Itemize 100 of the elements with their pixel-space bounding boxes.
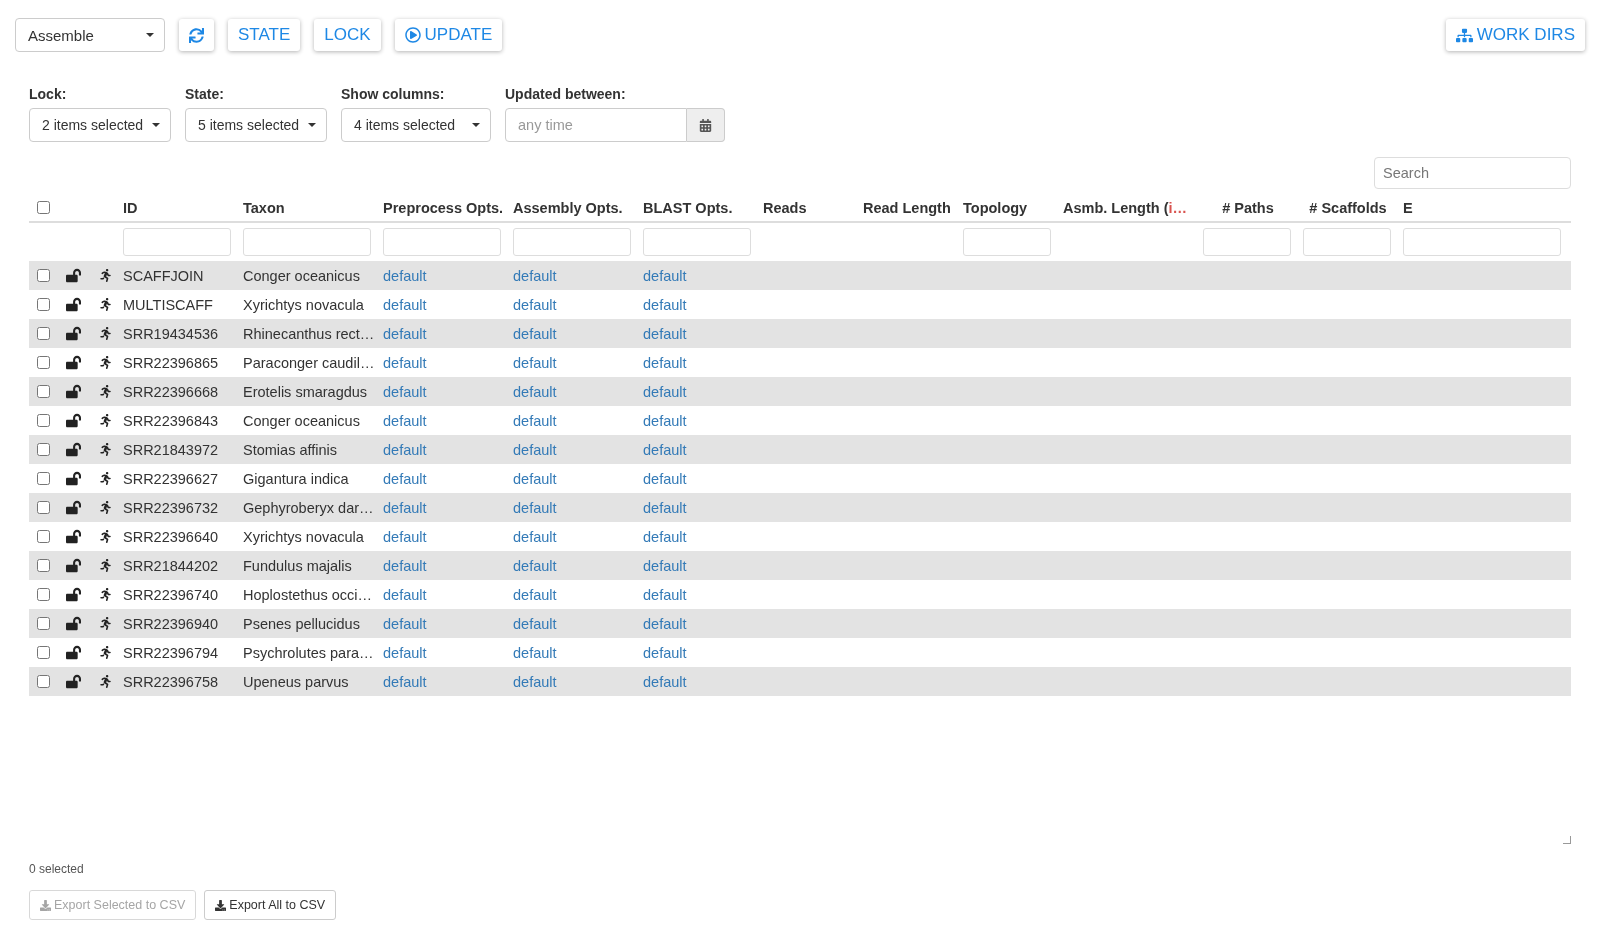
export-button[interactable]: Export All to CSV: [204, 890, 337, 920]
row-checkbox[interactable]: [37, 443, 50, 456]
unlock-icon[interactable]: [66, 587, 81, 602]
options-link[interactable]: default: [641, 586, 687, 603]
options-link[interactable]: default: [641, 644, 687, 661]
unlock-icon[interactable]: [66, 384, 81, 399]
options-link[interactable]: default: [641, 354, 687, 371]
options-link[interactable]: default: [641, 296, 687, 313]
running-icon[interactable]: [98, 385, 112, 398]
filter-dropdown[interactable]: 4 items selected: [341, 108, 491, 142]
refresh-button[interactable]: [179, 19, 214, 51]
toolbar-button[interactable]: LOCK: [314, 19, 381, 51]
mode-select[interactable]: Assemble: [15, 18, 165, 52]
unlock-icon[interactable]: [66, 558, 81, 573]
options-link[interactable]: default: [641, 470, 687, 487]
unlock-icon[interactable]: [66, 529, 81, 544]
options-link[interactable]: default: [511, 586, 557, 603]
column-header[interactable]: Reads: [761, 199, 815, 216]
running-icon[interactable]: [98, 472, 112, 485]
column-filter-field[interactable]: [123, 228, 231, 256]
column-header[interactable]: E: [1401, 199, 1421, 216]
column-header[interactable]: Taxon: [241, 199, 293, 216]
options-link[interactable]: default: [511, 673, 557, 690]
options-link[interactable]: default: [641, 557, 687, 574]
options-link[interactable]: default: [381, 470, 427, 487]
options-link[interactable]: default: [381, 296, 427, 313]
options-link[interactable]: default: [381, 383, 427, 400]
options-link[interactable]: default: [381, 441, 427, 458]
unlock-icon[interactable]: [66, 413, 81, 428]
row-checkbox[interactable]: [37, 530, 50, 543]
options-link[interactable]: default: [381, 325, 427, 342]
options-link[interactable]: default: [641, 673, 687, 690]
running-icon[interactable]: [98, 298, 112, 311]
unlock-icon[interactable]: [66, 471, 81, 486]
unlock-icon[interactable]: [66, 616, 81, 631]
unlock-icon[interactable]: [66, 326, 81, 341]
options-link[interactable]: default: [511, 470, 557, 487]
unlock-icon[interactable]: [66, 500, 81, 515]
column-header[interactable]: ID: [121, 199, 146, 216]
options-link[interactable]: default: [381, 499, 427, 516]
column-filter-field[interactable]: [643, 228, 751, 256]
options-link[interactable]: default: [511, 296, 557, 313]
unlock-icon[interactable]: [66, 442, 81, 457]
options-link[interactable]: default: [511, 557, 557, 574]
running-icon[interactable]: [98, 327, 112, 340]
running-icon[interactable]: [98, 617, 112, 630]
row-checkbox[interactable]: [37, 646, 50, 659]
work-dirs-button[interactable]: WORK DIRS: [1445, 19, 1585, 51]
row-checkbox[interactable]: [37, 501, 50, 514]
column-header[interactable]: BLAST Opts.: [641, 199, 741, 216]
options-link[interactable]: default: [381, 673, 427, 690]
options-link[interactable]: default: [641, 325, 687, 342]
unlock-icon[interactable]: [66, 268, 81, 283]
options-link[interactable]: default: [511, 528, 557, 545]
running-icon[interactable]: [98, 443, 112, 456]
row-checkbox[interactable]: [37, 675, 50, 688]
options-link[interactable]: default: [511, 267, 557, 284]
column-header[interactable]: Read Length: [861, 199, 959, 216]
column-filter-field[interactable]: [383, 228, 501, 256]
options-link[interactable]: default: [641, 528, 687, 545]
search-field[interactable]: Search: [1374, 157, 1571, 189]
running-icon[interactable]: [98, 414, 112, 427]
options-link[interactable]: default: [511, 354, 557, 371]
row-checkbox[interactable]: [37, 588, 50, 601]
options-link[interactable]: default: [381, 557, 427, 574]
row-checkbox[interactable]: [37, 472, 50, 485]
options-link[interactable]: default: [381, 354, 427, 371]
running-icon[interactable]: [98, 646, 112, 659]
toolbar-button[interactable]: STATE: [228, 19, 301, 51]
running-icon[interactable]: [98, 559, 112, 572]
row-checkbox[interactable]: [37, 385, 50, 398]
running-icon[interactable]: [98, 530, 112, 543]
row-checkbox[interactable]: [37, 356, 50, 369]
column-header[interactable]: # Scaffolds: [1307, 199, 1395, 216]
options-link[interactable]: default: [641, 412, 687, 429]
column-filter-field[interactable]: [1303, 228, 1391, 256]
row-checkbox[interactable]: [37, 327, 50, 340]
options-link[interactable]: default: [641, 499, 687, 516]
options-link[interactable]: default: [511, 383, 557, 400]
row-checkbox[interactable]: [37, 298, 50, 311]
unlock-icon[interactable]: [66, 645, 81, 660]
column-header[interactable]: Topology: [961, 199, 1036, 216]
options-link[interactable]: default: [641, 615, 687, 632]
row-checkbox[interactable]: [37, 269, 50, 282]
options-link[interactable]: default: [511, 412, 557, 429]
options-link[interactable]: default: [381, 586, 427, 603]
running-icon[interactable]: [98, 501, 112, 514]
row-checkbox[interactable]: [37, 414, 50, 427]
running-icon[interactable]: [98, 269, 112, 282]
date-range-field[interactable]: any time: [505, 108, 687, 142]
column-filter-field[interactable]: [963, 228, 1051, 256]
options-link[interactable]: default: [511, 325, 557, 342]
running-icon[interactable]: [98, 675, 112, 688]
running-icon[interactable]: [98, 588, 112, 601]
column-filter-field[interactable]: [1203, 228, 1291, 256]
row-checkbox[interactable]: [37, 617, 50, 630]
filter-dropdown[interactable]: 2 items selected: [29, 108, 171, 142]
unlock-icon[interactable]: [66, 355, 81, 370]
column-header[interactable]: # Paths: [1220, 199, 1282, 216]
options-link[interactable]: default: [381, 615, 427, 632]
